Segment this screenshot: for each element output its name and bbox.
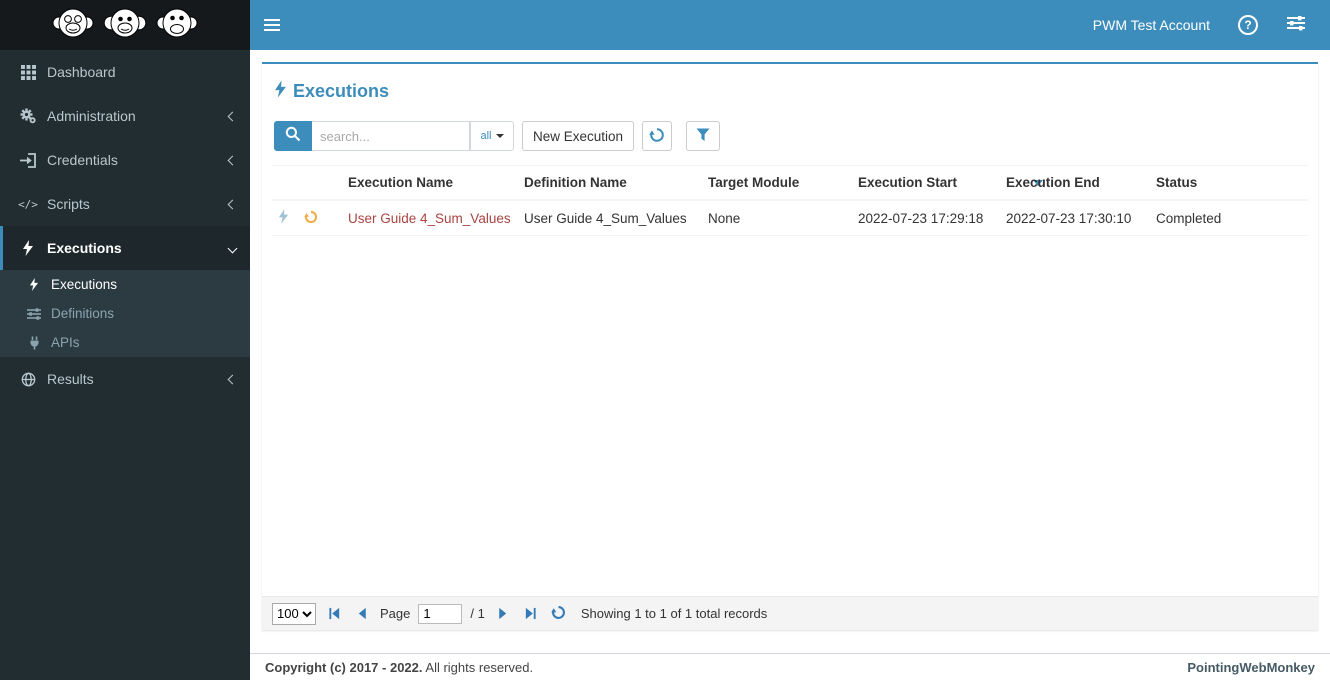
records-summary: Showing 1 to 1 of 1 total records [580,606,768,621]
filter-funnel-icon [696,128,710,145]
execution-name-link[interactable]: User Guide 4_Sum_Values [348,211,511,226]
page-label: Page [380,606,411,621]
execution-end-cell: 2022-07-23 17:30:10 [1000,200,1150,236]
chevron-down-icon [227,243,238,253]
footer: Copyright (c) 2017 - 2022. All rights re… [250,653,1330,680]
globe-icon [17,372,39,387]
table-row[interactable]: User Guide 4_Sum_Values User Guide 4_Sum… [272,200,1308,236]
sidebar-item-label: Dashboard [47,64,116,80]
hamburger-icon [264,19,280,21]
sidebar-item-administration[interactable]: Administration [0,94,250,138]
previous-page-button[interactable] [352,604,372,624]
sidebar-item-credentials[interactable]: Credentials [0,138,250,182]
help-icon: ? [1238,15,1258,35]
submenu-item-executions[interactable]: Executions [0,270,250,299]
sidebar-item-label: Results [47,371,94,387]
total-pages-label: / 1 [470,606,485,621]
toolbar: all New Execution [262,111,1318,161]
nav-bar: PWM Test Account ? [250,0,1330,50]
brand-name: PointingWebMonkey [1187,659,1315,675]
submenu-item-definitions[interactable]: Definitions [0,299,250,328]
plug-icon [24,336,44,350]
refresh-button[interactable] [642,121,673,151]
refresh-icon [649,127,665,146]
sidebar-item-label: Administration [47,108,136,124]
execution-start-cell: 2022-07-23 17:29:18 [852,200,1000,236]
target-module-cell: None [702,200,852,236]
top-bar: PWM Test Account ? [0,0,1330,50]
rerun-cell[interactable] [298,200,342,236]
sidebar-item-label: Credentials [47,152,118,168]
column-header-run-icon [272,165,298,201]
submenu-item-label: APIs [51,335,80,350]
three-monkeys-logo-icon [47,2,203,49]
column-header-status[interactable]: Status [1150,165,1308,201]
sidebar-item-label: Scripts [47,196,90,212]
settings-button[interactable] [1276,0,1316,50]
column-header-target-module[interactable]: Target Module [702,165,852,201]
search-group: all [274,121,514,151]
lightning-bolt-icon [24,278,44,291]
sliders-icon [24,307,44,320]
content-area: Executions all New Execution [250,50,1330,653]
app-logo[interactable] [0,0,250,50]
sidebar-item-executions[interactable]: Executions [0,226,250,270]
search-icon [285,126,301,147]
sidebar-toggle-button[interactable] [250,0,294,50]
submenu-item-apis[interactable]: APIs [0,328,250,357]
executions-table: Execution Name Definition Name Target Mo… [272,165,1308,236]
lightning-bolt-icon [17,240,39,256]
chevron-left-icon [227,199,238,209]
chevron-left-icon [227,155,238,165]
pager-refresh-button[interactable] [549,604,569,624]
copyright-text: Copyright (c) 2017 - 2022. All rights re… [265,659,534,675]
sidebar-item-dashboard[interactable]: Dashboard [0,50,250,94]
executions-panel: Executions all New Execution [262,62,1318,630]
filter-button[interactable] [686,121,721,151]
caret-down-icon [495,134,504,138]
help-button[interactable]: ? [1228,0,1268,50]
column-header-refresh-icon [298,165,342,201]
first-page-button[interactable] [324,604,344,624]
pagination-bar: 100 Page / 1 [262,596,1318,630]
column-header-execution-end[interactable]: Execution End [1000,165,1150,201]
chevron-left-icon [227,374,238,384]
next-page-button[interactable] [493,604,513,624]
refresh-icon [551,605,566,623]
executions-submenu: Executions Definitions APIs [0,270,250,357]
code-icon: </> [18,197,38,211]
search-input[interactable] [312,121,470,151]
table-empty-space [262,236,1318,596]
dashboard-grid-icon [17,64,39,80]
submenu-item-label: Definitions [51,306,115,321]
sidebar: Dashboard Administration Credentials </>… [0,50,250,680]
page-number-input[interactable] [418,603,463,624]
status-cell: Completed [1150,200,1308,236]
lightning-bolt-icon [278,209,289,227]
gears-icon [17,108,39,124]
search-button[interactable] [274,121,312,151]
sliders-icon [1287,15,1305,36]
page-title: Executions [262,64,1318,111]
column-header-execution-name[interactable]: Execution Name [342,165,518,201]
account-menu[interactable]: PWM Test Account [1083,0,1220,50]
refresh-icon [304,210,318,227]
column-header-execution-start[interactable]: Execution Start [852,165,1044,201]
table-header-row: Execution Name Definition Name Target Mo… [272,165,1308,201]
search-scope-dropdown[interactable]: all [470,121,514,151]
sidebar-item-results[interactable]: Results [0,357,250,401]
chevron-left-icon [227,111,238,121]
new-execution-button[interactable]: New Execution [522,121,635,151]
sign-in-icon [17,152,39,168]
lightning-bolt-icon [274,80,287,103]
sidebar-item-scripts[interactable]: </> Scripts [0,182,250,226]
submenu-item-label: Executions [51,277,118,292]
sidebar-item-label: Executions [47,240,122,256]
definition-name-cell: User Guide 4_Sum_Values [518,200,702,236]
last-page-button[interactable] [521,604,541,624]
column-header-definition-name[interactable]: Definition Name [518,165,702,201]
page-size-select[interactable]: 100 [272,602,316,625]
run-cell[interactable] [272,200,298,236]
